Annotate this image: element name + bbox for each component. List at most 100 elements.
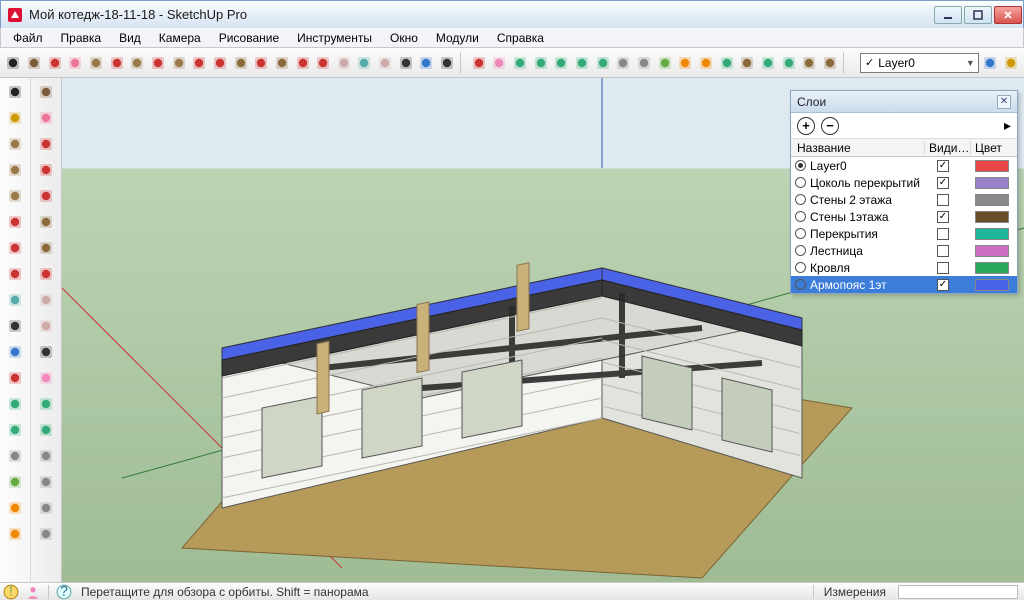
rectangle-button[interactable] [87, 51, 106, 75]
add-layer-button[interactable]: + [797, 117, 815, 135]
followme-button[interactable] [273, 51, 292, 75]
previous-button[interactable] [552, 51, 571, 75]
axes-tool[interactable] [2, 340, 28, 364]
position-camera-tool[interactable] [2, 444, 28, 468]
layer-visible-checkbox[interactable] [937, 228, 949, 240]
layer-visible-checkbox[interactable] [937, 245, 949, 257]
menu-окно[interactable]: Окно [382, 29, 426, 47]
circle-tool[interactable] [2, 158, 28, 182]
layers-panel[interactable]: Слои ✕ + − ▸ Название Види… Цвет Layer0✓… [790, 90, 1018, 294]
measure-input[interactable] [898, 585, 1018, 599]
layer-color-swatch[interactable] [975, 279, 1009, 291]
status-info-icon[interactable]: ! [3, 584, 19, 600]
ge-terrain-button[interactable] [759, 51, 778, 75]
walk-tool[interactable] [2, 470, 28, 494]
look-around-tool[interactable] [33, 444, 59, 468]
tape-button[interactable] [335, 51, 354, 75]
scale-button[interactable] [293, 51, 312, 75]
line-button[interactable] [107, 51, 126, 75]
section-plane-tool[interactable] [2, 496, 28, 520]
section-fill-tool[interactable] [2, 522, 28, 546]
layer-row[interactable]: Цоколь перекрытий✓ [791, 174, 1017, 191]
ge-place-button[interactable] [779, 51, 798, 75]
google-earth-button[interactable] [717, 51, 736, 75]
menu-справка[interactable]: Справка [489, 29, 552, 47]
layer-active-radio[interactable] [795, 262, 806, 273]
scale-tool[interactable] [33, 262, 59, 286]
dimension-button[interactable] [355, 51, 374, 75]
layer-row[interactable]: Перекрытия [791, 225, 1017, 242]
orbit-tool[interactable] [2, 366, 28, 390]
walk-button[interactable] [655, 51, 674, 75]
circle-button[interactable] [128, 51, 147, 75]
section-button[interactable] [676, 51, 695, 75]
layer-color-swatch[interactable] [975, 177, 1009, 189]
zoom-tool[interactable] [2, 392, 28, 416]
menu-камера[interactable]: Камера [151, 29, 209, 47]
ge-export-button[interactable] [738, 51, 757, 75]
position-camera-button[interactable] [614, 51, 633, 75]
offset-tool[interactable] [2, 262, 28, 286]
layers-panel-flyout-icon[interactable]: ▸ [1004, 117, 1011, 134]
zoom-window-button[interactable] [531, 51, 550, 75]
zoom-extents-button[interactable] [593, 51, 612, 75]
pan-tool[interactable] [33, 366, 59, 390]
layer-select[interactable]: Layer0 [860, 53, 979, 73]
layer-active-radio[interactable] [795, 160, 806, 171]
arc-button[interactable] [149, 51, 168, 75]
layer-active-radio[interactable] [795, 194, 806, 205]
zoom-window-tool[interactable] [33, 392, 59, 416]
text-button[interactable] [396, 51, 415, 75]
layer-color-swatch[interactable] [975, 211, 1009, 223]
layers-panel-header[interactable]: Слои ✕ [791, 91, 1017, 113]
dimension-tool[interactable] [2, 288, 28, 312]
col-name[interactable]: Название [791, 141, 925, 155]
next-button[interactable] [573, 51, 592, 75]
prev-view-tool[interactable] [2, 418, 28, 442]
xray-tool[interactable] [33, 470, 59, 494]
component-tool[interactable] [33, 80, 59, 104]
3dtext-button[interactable] [438, 51, 457, 75]
rotate-tool[interactable] [2, 236, 28, 260]
maximize-button[interactable] [964, 6, 992, 24]
close-button[interactable] [994, 6, 1022, 24]
paint-bucket-button[interactable] [45, 51, 64, 75]
eraser-button[interactable] [66, 51, 85, 75]
select-tool[interactable] [2, 80, 28, 104]
col-visible[interactable]: Види… [925, 141, 971, 155]
pushpull-tool[interactable] [33, 210, 59, 234]
3dwarehouse-button[interactable] [820, 51, 839, 75]
rotate-button[interactable] [252, 51, 271, 75]
layer-row[interactable]: Армопояс 1эт✓ [791, 276, 1017, 293]
select-tool-button[interactable] [4, 51, 23, 75]
line-tool[interactable] [33, 132, 59, 156]
move-tool[interactable] [2, 210, 28, 234]
3dtext-tool[interactable] [33, 340, 59, 364]
layer-visible-checkbox[interactable] [937, 194, 949, 206]
followme-tool[interactable] [33, 236, 59, 260]
col-color[interactable]: Цвет [971, 141, 1017, 155]
freehand-button[interactable] [190, 51, 209, 75]
layer-row[interactable]: Стены 1этажа✓ [791, 208, 1017, 225]
menu-инструменты[interactable]: Инструменты [289, 29, 380, 47]
minimize-button[interactable] [934, 6, 962, 24]
next-view-tool[interactable] [33, 418, 59, 442]
menu-модули[interactable]: Модули [428, 29, 487, 47]
zoom-button[interactable] [511, 51, 530, 75]
menu-рисование[interactable]: Рисование [211, 29, 287, 47]
layer-row[interactable]: Кровля [791, 259, 1017, 276]
layer-row[interactable]: Стены 2 этажа [791, 191, 1017, 208]
polygon-tool[interactable] [2, 184, 28, 208]
layer-visible-checkbox[interactable]: ✓ [937, 279, 949, 291]
layer-color-swatch[interactable] [975, 160, 1009, 172]
layers-panel-close-icon[interactable]: ✕ [997, 95, 1011, 109]
layer-visible-checkbox[interactable]: ✓ [937, 177, 949, 189]
layer-color-swatch[interactable] [975, 262, 1009, 274]
protractor-button[interactable] [376, 51, 395, 75]
layer-visible-checkbox[interactable]: ✓ [937, 160, 949, 172]
text-tool[interactable] [2, 314, 28, 338]
status-person-icon[interactable] [25, 584, 41, 600]
layer-color-swatch[interactable] [975, 245, 1009, 257]
layer-visible-checkbox[interactable]: ✓ [937, 211, 949, 223]
layer-active-radio[interactable] [795, 177, 806, 188]
